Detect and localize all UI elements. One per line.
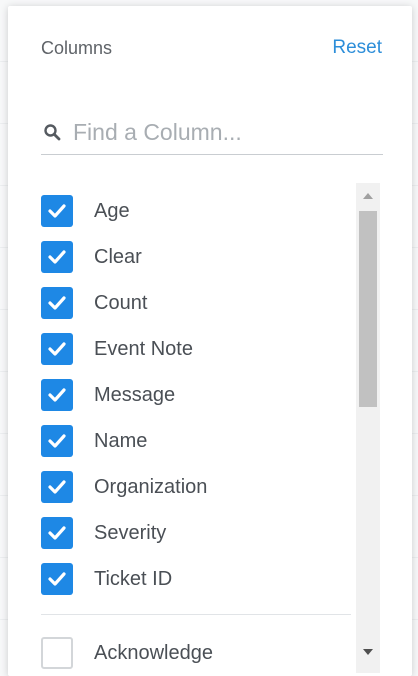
scroll-up-arrow-icon[interactable] [356,185,380,207]
column-option-count[interactable]: Count [41,280,351,326]
checkbox-checked[interactable] [41,333,73,365]
column-option-message[interactable]: Message [41,372,351,418]
column-search [41,110,383,155]
column-option-label: Organization [94,475,208,498]
search-input[interactable] [73,118,373,146]
column-option-label: Event Note [94,337,193,360]
checkbox-checked[interactable] [41,517,73,549]
column-option-organization[interactable]: Organization [41,464,351,510]
column-option-acknowledge[interactable]: Acknowledge [41,630,351,676]
column-option-label: Name [94,429,148,452]
checkmark-icon [48,434,66,448]
column-option-label: Message [94,383,176,406]
column-option-name[interactable]: Name [41,418,351,464]
column-option-label: Ticket ID [94,567,173,590]
column-option-severity[interactable]: Severity [41,510,351,556]
checkbox-checked[interactable] [41,287,73,319]
scrollbar-thumb[interactable] [359,211,377,407]
column-option-age[interactable]: Age [41,188,351,234]
column-option-label: Clear [94,245,142,268]
reset-button[interactable]: Reset [332,37,382,59]
checkmark-icon [48,204,66,218]
columns-popover: Columns Reset Age Clear [8,6,412,676]
checkbox-checked[interactable] [41,425,73,457]
checkbox-checked[interactable] [41,563,73,595]
popover-header: Columns Reset [41,36,382,60]
column-option-label: Count [94,291,148,314]
checkbox-checked[interactable] [41,195,73,227]
checkmark-icon [48,572,66,586]
checkmark-icon [48,250,66,264]
column-list: Age Clear Count Event Note Message Name … [41,188,351,676]
scrollbar[interactable] [356,183,380,673]
checkbox-checked[interactable] [41,241,73,273]
column-option-label: Acknowledge [94,641,213,664]
popover-title: Columns [41,37,113,58]
column-option-event-note[interactable]: Event Note [41,326,351,372]
search-icon [41,121,63,143]
checkmark-icon [48,480,66,494]
checkmark-icon [48,296,66,310]
checkbox-checked[interactable] [41,379,73,411]
column-option-clear[interactable]: Clear [41,234,351,280]
column-option-label: Age [94,199,130,222]
scroll-down-arrow-icon[interactable] [356,641,380,663]
column-option-ticket-id[interactable]: Ticket ID [41,556,351,602]
checkbox-checked[interactable] [41,471,73,503]
checkmark-icon [48,526,66,540]
checkmark-icon [48,388,66,402]
column-option-label: Severity [94,521,167,544]
checkmark-icon [48,342,66,356]
list-divider [41,614,351,615]
checkbox-unchecked[interactable] [41,637,73,669]
